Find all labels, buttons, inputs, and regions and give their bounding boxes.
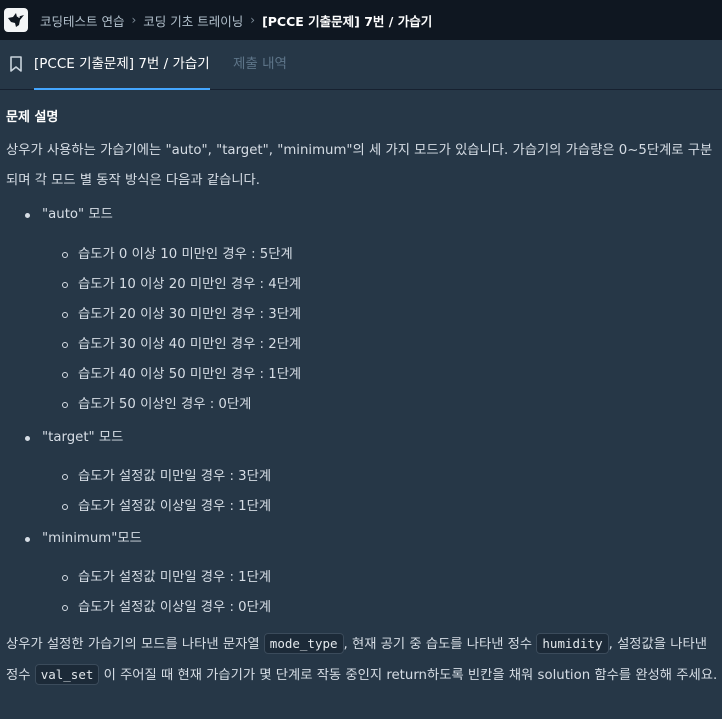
auto-rule-item: 습도가 30 이상 40 미만인 경우 : 2단계 xyxy=(61,335,301,355)
minimum-rule-item: 습도가 설정값 미만일 경우 : 1단계 xyxy=(61,568,271,588)
bookmark-icon[interactable] xyxy=(8,55,24,73)
top-navigation: 코딩테스트 연습 › 코딩 기초 트레이닝 › [PCCE 기출문제] 7번 /… xyxy=(0,0,722,40)
code-humidity: humidity xyxy=(536,633,609,654)
minimum-rule-item: 습도가 설정값 이상일 경우 : 0단계 xyxy=(61,598,271,618)
bird-logo-icon[interactable] xyxy=(4,8,28,32)
outro-text: , 현재 공기 중 습도를 나타낸 정수 xyxy=(343,637,537,652)
problem-tab-bar: [PCCE 기출문제] 7번 / 가습기 제출 내역 xyxy=(0,40,722,90)
mode-target: "target" 모드 xyxy=(24,428,123,448)
target-rule-item: 습도가 설정값 미만일 경우 : 3단계 xyxy=(61,467,271,487)
breadcrumb-coding-test[interactable]: 코딩테스트 연습 xyxy=(40,11,124,30)
auto-rule-item: 습도가 0 이상 10 미만인 경우 : 5단계 xyxy=(62,245,293,265)
tab-submissions[interactable]: 제출 내역 xyxy=(233,40,287,90)
section-title: 문제 설명 xyxy=(6,110,59,125)
code-val-set: val_set xyxy=(34,664,100,685)
outro-paragraph: 상우가 설정한 가습기의 모드를 나타낸 문자열 mode_type, 현재 공… xyxy=(6,629,718,691)
mode-minimum: "minimum"모드 xyxy=(25,529,142,549)
mode-auto: "auto" 모드 xyxy=(25,205,113,225)
outro-text: 이 주어질 때 현재 가습기가 몇 단계로 작동 중인지 return하도록 빈… xyxy=(99,668,718,683)
breadcrumb-basic-training[interactable]: 코딩 기초 트레이닝 xyxy=(143,11,243,30)
auto-rule-item: 습도가 50 이상인 경우 : 0단계 xyxy=(61,395,251,415)
chevron-right-icon: › xyxy=(131,13,137,27)
chevron-right-icon: › xyxy=(250,13,256,27)
outro-text: 상우가 설정한 가습기의 모드를 나타낸 문자열 xyxy=(6,637,264,652)
auto-rule-item: 습도가 40 이상 50 미만인 경우 : 1단계 xyxy=(61,365,301,385)
tab-problem[interactable]: [PCCE 기출문제] 7번 / 가습기 xyxy=(34,40,210,90)
breadcrumb-current-problem: [PCCE 기출문제] 7번 / 가습기 xyxy=(262,13,433,29)
intro-paragraph: 상우가 사용하는 가습기에는 "auto", "target", "minimu… xyxy=(6,143,713,188)
code-mode-type: mode_type xyxy=(263,633,344,654)
auto-rule-item: 습도가 10 이상 20 미만인 경우 : 4단계 xyxy=(61,275,301,295)
target-rule-item: 습도가 설정값 이상일 경우 : 1단계 xyxy=(61,497,271,517)
auto-rule-item: 습도가 20 이상 30 미만인 경우 : 3단계 xyxy=(61,305,301,325)
